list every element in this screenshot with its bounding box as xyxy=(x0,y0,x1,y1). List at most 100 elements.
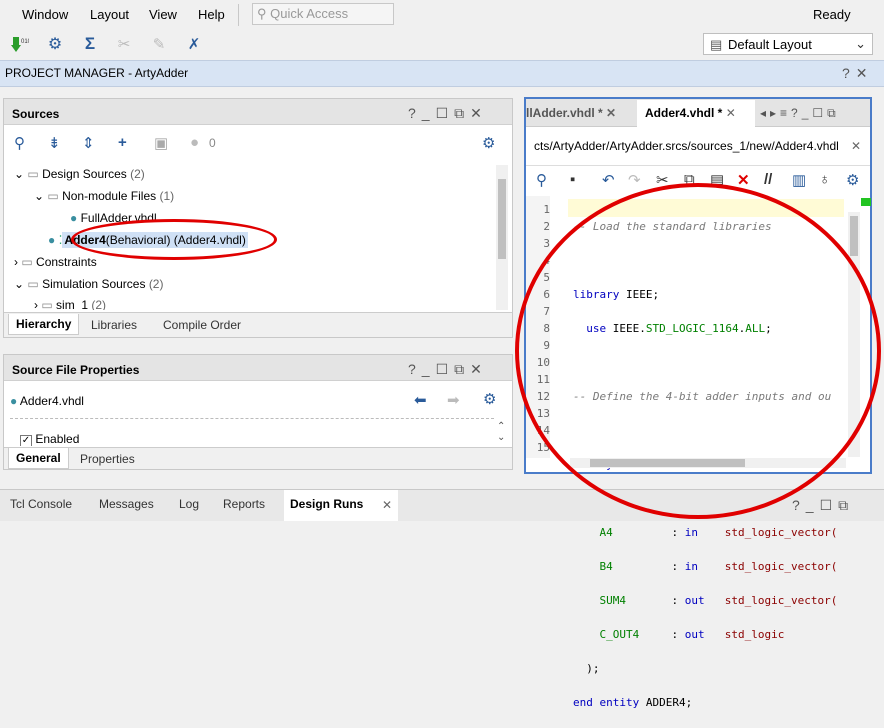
menu-window[interactable]: Window xyxy=(22,7,68,22)
tab-design-runs-label: Design Runs xyxy=(290,497,364,511)
editor-file-path: cts/ArtyAdder/ArtyAdder.srcs/sources_1/n… xyxy=(534,139,839,153)
scrollbar-thumb[interactable] xyxy=(850,216,858,256)
sigma-icon[interactable]: Σ xyxy=(80,34,100,54)
sfp-file: ● Adder4.vhdl xyxy=(10,394,84,408)
editor-divider xyxy=(526,165,870,166)
tree-label: Design Sources xyxy=(42,167,127,181)
gear-icon[interactable]: ⚙ xyxy=(483,390,496,408)
block-icon[interactable]: ▥ xyxy=(792,171,806,189)
debug-icon[interactable]: ✗ xyxy=(184,34,204,54)
add-sources-icon[interactable]: + xyxy=(118,134,127,151)
checkbox-icon[interactable]: ✓ xyxy=(20,435,32,446)
search-icon: ⚲ xyxy=(257,6,271,21)
properties-icon: ▣ xyxy=(154,135,169,152)
sources-tabs xyxy=(4,312,512,337)
folder-icon: ▭ xyxy=(27,167,39,181)
tab-adder4[interactable]: Adder4.vhdl * ✕ xyxy=(637,100,755,127)
sources-toolbar: ⚲ ⇟ ⇕ + ▣ ● 0 ⚙ xyxy=(10,134,505,156)
folder-icon: ▭ xyxy=(47,189,59,203)
close-icon[interactable]: ✕ xyxy=(382,498,392,512)
pm-window-controls[interactable]: ?✕ xyxy=(842,65,874,82)
tab-libraries[interactable]: Libraries xyxy=(91,318,137,332)
sfp-scroll-arrows[interactable]: ⌃ ⌄ xyxy=(497,421,505,443)
settings-icon[interactable]: ⚙ xyxy=(45,34,65,54)
tab-general[interactable]: General xyxy=(8,448,69,469)
tab-hierarchy[interactable]: Hierarchy xyxy=(8,314,80,335)
search-icon[interactable]: ⚲ xyxy=(14,134,25,152)
scrollbar-thumb[interactable] xyxy=(498,179,506,259)
status-dot-icon: ● xyxy=(190,134,200,151)
sfp-file-label: Adder4.vhdl xyxy=(19,394,84,408)
file-dot-icon: ● xyxy=(10,394,18,408)
menu-bar xyxy=(0,0,884,30)
gear-icon[interactable]: ⚙ xyxy=(482,134,495,152)
close-icon[interactable]: ✕ xyxy=(726,106,736,120)
bottom-window-controls[interactable]: ?_☐⧉ xyxy=(792,497,854,514)
tree-constraints[interactable]: › ▭ Constraints xyxy=(14,255,97,269)
menu-divider xyxy=(238,4,239,26)
tree-count: (1) xyxy=(159,189,175,203)
tree-sim1[interactable]: › ▭ sim_1 (2) xyxy=(34,298,106,310)
expand-all-icon[interactable]: ⇕ xyxy=(82,134,95,152)
tab-fulladder-label: llAdder.vhdl * xyxy=(526,106,603,120)
tree-non-module[interactable]: ⌄ ▭ Non-module Files (1) xyxy=(34,189,174,203)
tree-count: (2) xyxy=(148,277,164,291)
folder-icon: ▭ xyxy=(21,255,33,269)
sfp-title: Source File Properties xyxy=(12,363,140,377)
tab-fulladder[interactable]: llAdder.vhdl * ✕ xyxy=(526,106,616,120)
lightbulb-icon[interactable]: ♁ xyxy=(819,171,830,188)
layout-select[interactable]: ▤ Default Layout ⌄ xyxy=(703,33,873,55)
annotation-ellipse-adder4 xyxy=(71,219,277,260)
tree-count: (2) xyxy=(91,298,107,310)
run-program-icon[interactable]: 0101 xyxy=(10,34,30,54)
back-arrow-icon[interactable]: ⬅ xyxy=(414,391,427,409)
tree-count: (2) xyxy=(130,167,145,181)
tab-tcl-console[interactable]: Tcl Console xyxy=(10,497,72,511)
tab-adder4-label: Adder4.vhdl * xyxy=(645,106,723,120)
collapse-all-icon[interactable]: ⇟ xyxy=(48,134,61,152)
tree-label: Constraints xyxy=(36,255,97,269)
sfp-window-controls[interactable]: ?_☐⧉✕ xyxy=(408,361,488,378)
enabled-checkbox[interactable]: ✓ Enabled xyxy=(20,432,79,446)
folder-icon: ▭ xyxy=(27,277,39,291)
status-text: Ready xyxy=(813,7,851,22)
close-path-icon[interactable]: ✕ xyxy=(851,139,861,153)
forward-arrow-icon: ➡ xyxy=(447,392,460,409)
search-icon[interactable]: ⚲ xyxy=(536,171,547,189)
quick-access-input[interactable]: ⚲ Quick Access xyxy=(252,3,394,25)
undo-icon[interactable]: ↶ xyxy=(602,171,615,189)
disabled-tool-icon-2: ✎ xyxy=(152,36,166,53)
menu-help[interactable]: Help xyxy=(198,7,225,22)
quick-access-placeholder: Quick Access xyxy=(270,6,349,21)
badge-count: 0 xyxy=(209,136,216,150)
gear-icon[interactable]: ⚙ xyxy=(846,171,859,189)
editor-window-controls[interactable]: ◂▸≡?_☐⧉ xyxy=(760,106,840,121)
enabled-label: Enabled xyxy=(35,432,80,446)
menu-view[interactable]: View xyxy=(149,7,177,22)
file-dot-icon: ● xyxy=(70,211,78,225)
comment-icon[interactable]: // xyxy=(764,171,772,188)
close-icon[interactable]: ✕ xyxy=(606,106,616,120)
file-dot-icon: ● xyxy=(48,233,56,247)
tree-design-sources[interactable]: ⌄ ▭ Design Sources (2) xyxy=(14,167,145,181)
project-manager-title: PROJECT MANAGER - ArtyAdder xyxy=(5,66,189,80)
redo-icon: ↷ xyxy=(628,172,641,189)
folder-icon: ▭ xyxy=(41,298,53,310)
sources-window-controls[interactable]: ?_☐⧉✕ xyxy=(408,105,488,122)
annotation-ellipse-editor xyxy=(515,183,881,519)
sources-title: Sources xyxy=(12,107,60,121)
tree-label: Simulation Sources xyxy=(42,277,146,291)
sources-scrollbar[interactable] xyxy=(496,165,508,310)
tab-design-runs[interactable]: Design Runs ✕ xyxy=(284,490,398,521)
menu-layout[interactable]: Layout xyxy=(90,7,129,22)
tab-log[interactable]: Log xyxy=(179,497,199,511)
tree-label: sim_1 xyxy=(56,298,89,310)
tree-sim-sources[interactable]: ⌄ ▭ Simulation Sources (2) xyxy=(14,277,163,291)
tab-messages[interactable]: Messages xyxy=(99,497,154,511)
tab-reports[interactable]: Reports xyxy=(223,497,265,511)
disabled-tool-icon: ✂ xyxy=(117,36,131,53)
tab-compile-order[interactable]: Compile Order xyxy=(163,318,241,332)
tab-properties[interactable]: Properties xyxy=(80,452,135,466)
save-icon[interactable]: ▪ xyxy=(570,171,575,188)
svg-text:0101: 0101 xyxy=(21,39,29,45)
